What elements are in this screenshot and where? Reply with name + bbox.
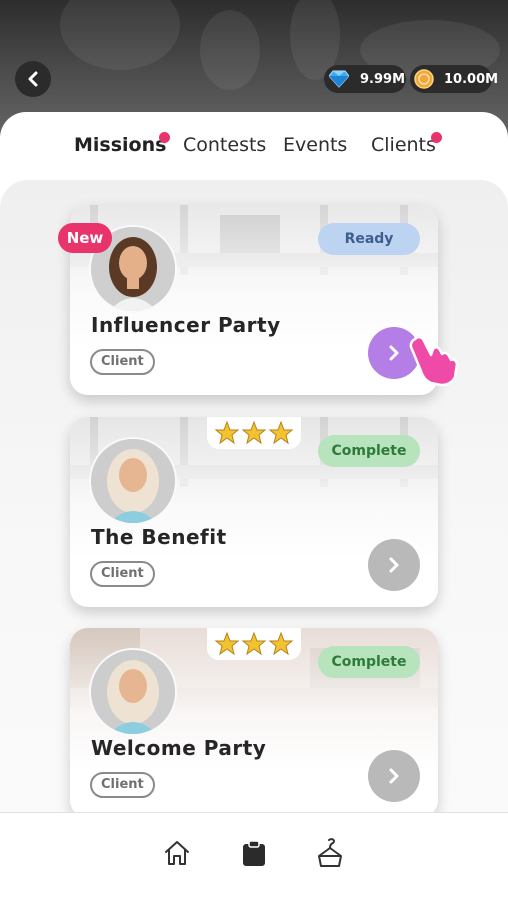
mission-title: Welcome Party: [91, 736, 267, 760]
star-icon: [214, 632, 240, 656]
star-icon: [268, 421, 294, 445]
star-icon: [241, 421, 267, 445]
mission-card[interactable]: Complete Welcome Party Client: [70, 628, 438, 812]
star-icon: [268, 632, 294, 656]
star-rating: [207, 628, 301, 660]
hanger-icon: [318, 838, 342, 867]
nav-wardrobe-button[interactable]: [315, 838, 345, 868]
mission-card[interactable]: Complete The Benefit Client: [70, 417, 438, 607]
gems-counter[interactable]: 9.99M: [324, 65, 406, 93]
missions-list[interactable]: Ready Influencer Party Client Complete T…: [0, 180, 508, 812]
nav-missions-button[interactable]: [239, 838, 269, 868]
tab-bar: Missions Contests Events Clients: [0, 112, 508, 180]
avatar: [89, 437, 177, 525]
mission-card[interactable]: Ready Influencer Party Client: [70, 205, 438, 395]
pointer-hand-icon: [409, 335, 459, 387]
star-rating: [207, 417, 301, 449]
status-badge: Complete: [318, 435, 420, 467]
mission-title: Influencer Party: [91, 313, 281, 337]
chevron-right-icon: [389, 345, 399, 361]
open-mission-button[interactable]: [368, 539, 420, 591]
chevron-right-icon: [389, 768, 399, 784]
star-icon: [241, 632, 267, 656]
mission-title: The Benefit: [91, 525, 227, 549]
status-badge: Ready: [318, 223, 420, 255]
diamond-icon: [328, 68, 350, 90]
coin-icon: [414, 68, 434, 90]
star-icon: [214, 421, 240, 445]
back-button[interactable]: [15, 61, 51, 97]
missions-notification-dot: [159, 132, 170, 143]
chevron-right-icon: [389, 557, 399, 573]
bottom-nav: [0, 812, 508, 904]
clipboard-icon: [243, 840, 265, 866]
coins-amount: 10.00M: [444, 71, 499, 87]
client-tag: Client: [90, 772, 155, 798]
gems-amount: 9.99M: [360, 71, 406, 87]
coins-counter[interactable]: 10.00M: [410, 65, 498, 93]
open-mission-button[interactable]: [368, 750, 420, 802]
nav-home-button[interactable]: [162, 838, 192, 868]
home-icon: [165, 841, 189, 865]
tab-missions[interactable]: Missions: [74, 134, 166, 156]
chevron-left-icon: [28, 71, 38, 87]
client-tag: Client: [90, 561, 155, 587]
clients-notification-dot: [431, 132, 442, 143]
avatar: [89, 648, 177, 736]
tab-clients[interactable]: Clients: [371, 134, 436, 156]
status-badge: Complete: [318, 646, 420, 678]
new-badge: New: [58, 223, 112, 253]
client-tag: Client: [90, 349, 155, 375]
tab-events[interactable]: Events: [283, 134, 347, 156]
tab-contests[interactable]: Contests: [183, 134, 266, 156]
